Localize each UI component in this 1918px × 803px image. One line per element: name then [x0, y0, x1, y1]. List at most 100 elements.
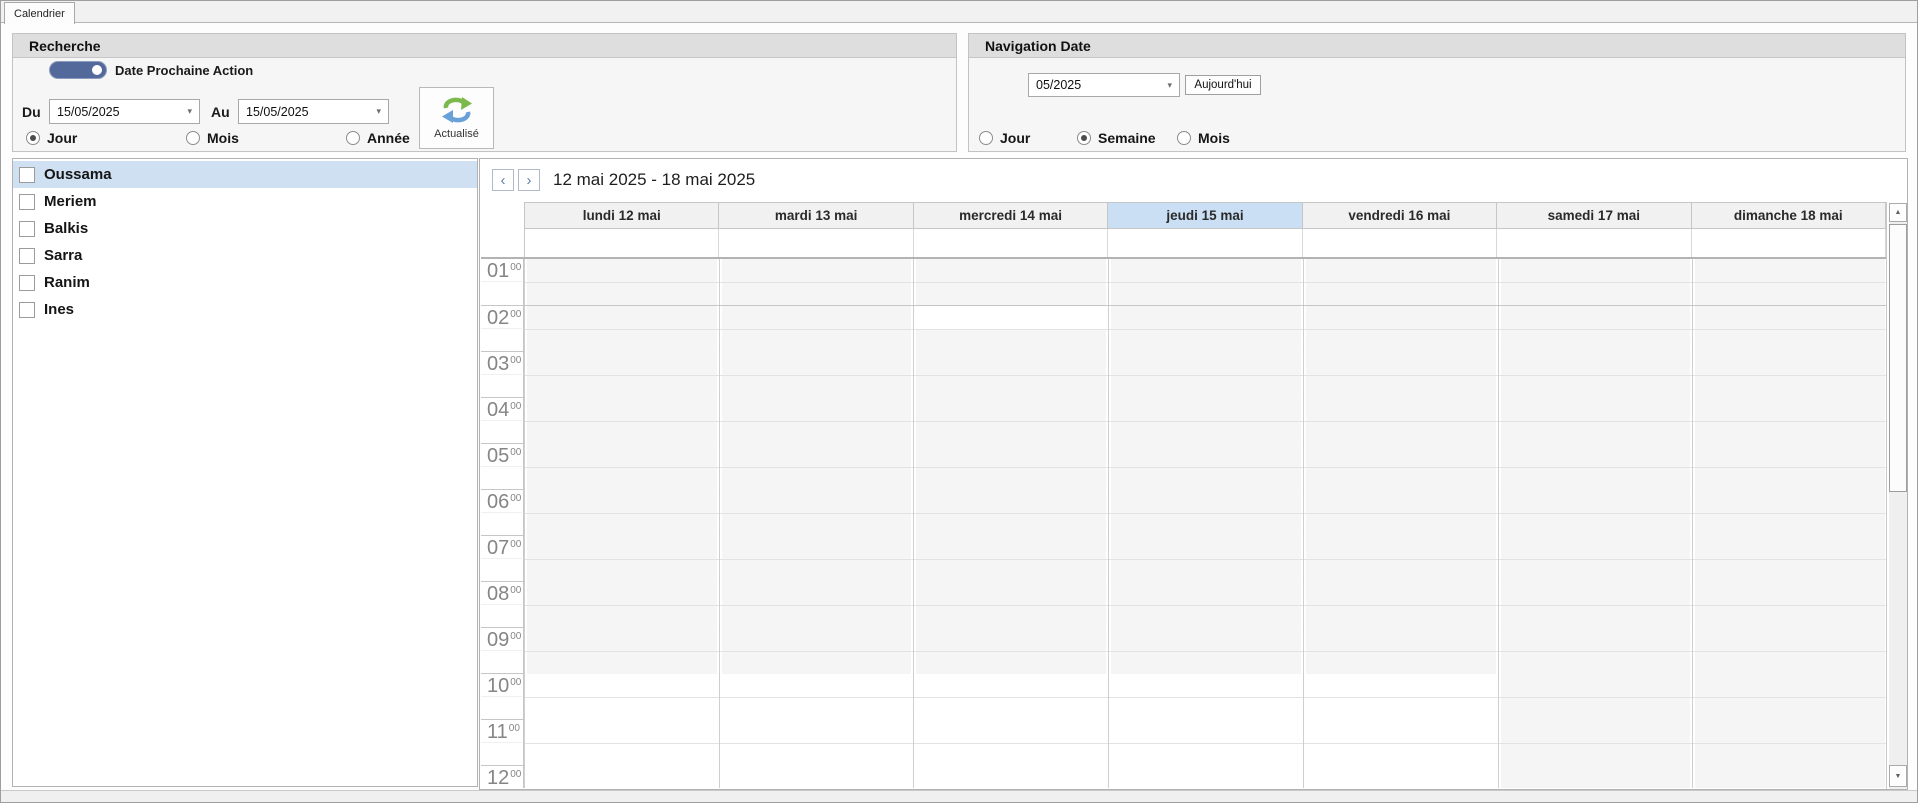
slot-day4-0230[interactable]	[1304, 329, 1498, 352]
tab-calendrier[interactable]: Calendrier	[4, 2, 75, 24]
slot-day4-1200[interactable]	[1304, 766, 1498, 788]
slot-day0-0500[interactable]	[525, 444, 719, 467]
day-header-5[interactable]: samedi 17 mai	[1497, 202, 1691, 229]
slot-day3-0830[interactable]	[1109, 605, 1303, 628]
slot-day5-0330[interactable]	[1499, 375, 1693, 398]
slot-day6-1000[interactable]	[1693, 674, 1887, 697]
slot-day3-0300[interactable]	[1109, 352, 1303, 375]
slot-day0-0230[interactable]	[525, 329, 719, 352]
slot-day1-0100[interactable]	[720, 259, 914, 282]
slot-day2-0530[interactable]	[914, 467, 1108, 490]
slot-day5-0530[interactable]	[1499, 467, 1693, 490]
person-row-oussama[interactable]: Oussama	[13, 161, 477, 188]
slot-day0-0600[interactable]	[525, 490, 719, 513]
slot-day0-1200[interactable]	[525, 766, 719, 788]
slot-day5-0700[interactable]	[1499, 536, 1693, 559]
slot-day0-0200[interactable]	[525, 306, 719, 329]
slot-day1-0230[interactable]	[720, 329, 914, 352]
slot-day6-0600[interactable]	[1693, 490, 1887, 513]
person-row-ranim[interactable]: Ranim	[13, 269, 477, 296]
slot-day5-0900[interactable]	[1499, 628, 1693, 651]
slot-day6-0830[interactable]	[1693, 605, 1887, 628]
slot-day6-0900[interactable]	[1693, 628, 1887, 651]
slot-day5-0730[interactable]	[1499, 559, 1693, 582]
radio-period-jour[interactable]: Jour	[26, 130, 77, 146]
slot-day4-0830[interactable]	[1304, 605, 1498, 628]
next-week-button[interactable]: ›	[518, 169, 540, 191]
slot-day0-0800[interactable]	[525, 582, 719, 605]
slot-day3-1130[interactable]	[1109, 743, 1303, 766]
slot-day4-1100[interactable]	[1304, 720, 1498, 743]
slot-day4-1030[interactable]	[1304, 697, 1498, 720]
slot-day1-1000[interactable]	[720, 674, 914, 697]
slot-day6-0230[interactable]	[1693, 329, 1887, 352]
slot-day4-0630[interactable]	[1304, 513, 1498, 536]
slot-day1-0830[interactable]	[720, 605, 914, 628]
slot-day0-1030[interactable]	[525, 697, 719, 720]
slot-day6-1130[interactable]	[1693, 743, 1887, 766]
slot-day4-0430[interactable]	[1304, 421, 1498, 444]
slot-day0-0530[interactable]	[525, 467, 719, 490]
month-combo[interactable]: 05/2025 ▾	[1028, 73, 1180, 97]
slot-day2-0430[interactable]	[914, 421, 1108, 444]
slot-day0-1100[interactable]	[525, 720, 719, 743]
slot-day0-0930[interactable]	[525, 651, 719, 674]
slot-day1-0400[interactable]	[720, 398, 914, 421]
slot-day2-0900[interactable]	[914, 628, 1108, 651]
person-row-sarra[interactable]: Sarra	[13, 242, 477, 269]
slot-day0-0730[interactable]	[525, 559, 719, 582]
slot-day5-0830[interactable]	[1499, 605, 1693, 628]
slot-day1-0600[interactable]	[720, 490, 914, 513]
day-header-6[interactable]: dimanche 18 mai	[1692, 202, 1886, 229]
slot-day6-0100[interactable]	[1693, 259, 1887, 282]
scrollbar-thumb[interactable]	[1889, 224, 1907, 492]
slot-day3-0900[interactable]	[1109, 628, 1303, 651]
allday-cell-3[interactable]	[1107, 229, 1301, 257]
slot-day4-0400[interactable]	[1304, 398, 1498, 421]
slot-day4-0330[interactable]	[1304, 375, 1498, 398]
slot-day1-0630[interactable]	[720, 513, 914, 536]
day-header-2[interactable]: mercredi 14 mai	[914, 202, 1108, 229]
slot-day2-1130[interactable]	[914, 743, 1108, 766]
scroll-up-icon[interactable]: ▲	[1889, 203, 1907, 222]
slot-day6-0400[interactable]	[1693, 398, 1887, 421]
slot-day5-0500[interactable]	[1499, 444, 1693, 467]
slot-day4-0300[interactable]	[1304, 352, 1498, 375]
slot-day1-0900[interactable]	[720, 628, 914, 651]
slot-day2-1030[interactable]	[914, 697, 1108, 720]
slot-day4-0130[interactable]	[1304, 282, 1498, 305]
slot-day1-1130[interactable]	[720, 743, 914, 766]
slot-day2-0200[interactable]	[914, 306, 1108, 329]
slot-day3-0500[interactable]	[1109, 444, 1303, 467]
slot-day4-0530[interactable]	[1304, 467, 1498, 490]
slot-day0-0700[interactable]	[525, 536, 719, 559]
slot-day5-0230[interactable]	[1499, 329, 1693, 352]
person-row-balkis[interactable]: Balkis	[13, 215, 477, 242]
slot-day6-0700[interactable]	[1693, 536, 1887, 559]
slot-day0-0130[interactable]	[525, 282, 719, 305]
slot-day1-0530[interactable]	[720, 467, 914, 490]
allday-cell-1[interactable]	[718, 229, 912, 257]
slot-day0-0100[interactable]	[525, 259, 719, 282]
allday-cell-6[interactable]	[1691, 229, 1886, 257]
slot-day6-0300[interactable]	[1693, 352, 1887, 375]
slot-day5-1000[interactable]	[1499, 674, 1693, 697]
slot-day6-0130[interactable]	[1693, 282, 1887, 305]
slot-day5-1100[interactable]	[1499, 720, 1693, 743]
refresh-button[interactable]: Actualisé	[419, 87, 494, 149]
person-row-meriem[interactable]: Meriem	[13, 188, 477, 215]
slot-day1-0130[interactable]	[720, 282, 914, 305]
slot-day6-0500[interactable]	[1693, 444, 1887, 467]
slot-day4-0500[interactable]	[1304, 444, 1498, 467]
slot-day5-0630[interactable]	[1499, 513, 1693, 536]
slot-day1-0330[interactable]	[720, 375, 914, 398]
slot-day1-0300[interactable]	[720, 352, 914, 375]
slot-day1-1100[interactable]	[720, 720, 914, 743]
slot-day4-0600[interactable]	[1304, 490, 1498, 513]
slot-day5-0400[interactable]	[1499, 398, 1693, 421]
slot-day3-0600[interactable]	[1109, 490, 1303, 513]
slot-day2-0500[interactable]	[914, 444, 1108, 467]
slot-day3-1100[interactable]	[1109, 720, 1303, 743]
slot-day0-0630[interactable]	[525, 513, 719, 536]
slot-day3-1200[interactable]	[1109, 766, 1303, 788]
